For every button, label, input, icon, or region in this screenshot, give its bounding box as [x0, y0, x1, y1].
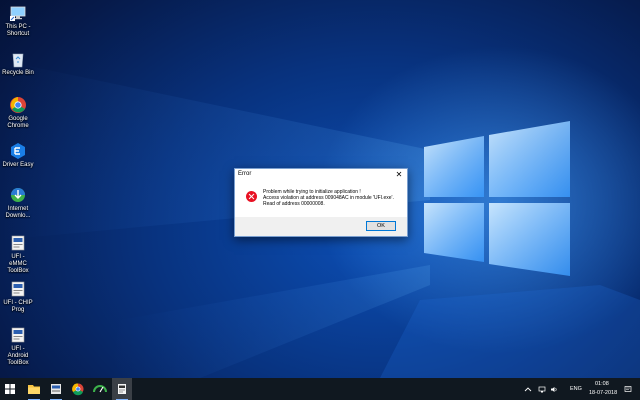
- recycle-bin-icon: [9, 50, 27, 68]
- ufi-app-icon: [51, 384, 61, 394]
- taskbar-file-explorer[interactable]: [24, 378, 44, 400]
- desktop-icon-this-pc[interactable]: This PC - Shortcut: [2, 4, 34, 38]
- taskbar-chrome[interactable]: [68, 378, 88, 400]
- desktop-icon-label: UFI - eMMC ToolBox: [7, 254, 29, 274]
- desktop-icon-label: UFI - Android ToolBox: [7, 346, 29, 366]
- driver-easy-icon: [93, 385, 107, 393]
- taskbar-ufi-window[interactable]: [112, 378, 132, 400]
- driver-easy-icon: [9, 142, 27, 160]
- desktop-icon-label: Google Chrome: [7, 116, 29, 129]
- error-message-line: Read of address 00000008.: [263, 201, 325, 207]
- desktop-icon-label: Internet Downlo...: [5, 206, 31, 219]
- desktop-icon-label: This PC - Shortcut: [5, 24, 31, 37]
- file-explorer-icon: [28, 385, 40, 394]
- error-icon: [246, 191, 257, 202]
- logo-pane-top-right: [489, 121, 570, 197]
- language-indicator[interactable]: ENG: [570, 386, 582, 392]
- logo-pane-top-left: [424, 136, 484, 197]
- desktop-icon-recycle-bin[interactable]: Recycle Bin: [2, 50, 34, 77]
- dialog-title: Error: [238, 171, 252, 177]
- ufi-icon: [9, 326, 27, 344]
- clock-time[interactable]: 01:08: [595, 381, 609, 387]
- ufi-window-icon: [118, 384, 126, 394]
- desktop-icon-chrome[interactable]: Google Chrome: [2, 96, 34, 130]
- chrome-icon: [72, 383, 84, 396]
- taskbar-driver-easy[interactable]: [90, 378, 110, 400]
- desktop-icon-label: Driver Easy: [2, 162, 34, 168]
- desktop-icon-driver-easy[interactable]: Driver Easy: [2, 142, 34, 169]
- error-dialog: Error ✕ Problem while trying to initiali…: [234, 168, 408, 237]
- ufi-icon: [9, 234, 27, 252]
- taskbar: ENG 01:08 18-07-2018: [0, 378, 640, 400]
- desktop: This PC - Shortcut Recycle Bin Google Ch…: [0, 0, 640, 378]
- desktop-icon-label: Recycle Bin: [2, 70, 34, 76]
- start-button[interactable]: [0, 378, 20, 400]
- desktop-icon-ufi-android[interactable]: UFI - Android ToolBox: [2, 326, 34, 367]
- logo-pane-bottom-right: [489, 203, 570, 276]
- close-icon[interactable]: ✕: [393, 169, 405, 180]
- this-pc-icon: [9, 4, 27, 22]
- dialog-footer: OK: [235, 217, 407, 236]
- desktop-icon-ufi-chip[interactable]: UFI - CHIP Prog: [2, 280, 34, 314]
- chrome-icon: [9, 96, 27, 114]
- start-icon: [5, 384, 15, 394]
- ok-button[interactable]: OK: [366, 221, 396, 231]
- chevron-up-icon[interactable]: [524, 386, 532, 393]
- volume-icon[interactable]: [550, 386, 558, 393]
- desktop-icon-label: UFI - CHIP Prog: [3, 300, 33, 313]
- desktop-icon-idm[interactable]: Internet Downlo...: [2, 186, 34, 220]
- logo-pane-bottom-left: [424, 203, 484, 262]
- ufi-icon: [9, 280, 27, 298]
- clock-date[interactable]: 18-07-2018: [589, 390, 617, 396]
- idm-icon: [9, 186, 27, 204]
- network-icon[interactable]: [538, 386, 546, 393]
- taskbar-ufi-app[interactable]: [46, 378, 66, 400]
- dialog-title-bar[interactable]: Error ✕: [235, 169, 407, 181]
- error-message: Problem while trying to initialize appli…: [263, 189, 394, 207]
- notification-icon[interactable]: [624, 386, 632, 393]
- desktop-icon-ufi-emmc[interactable]: UFI - eMMC ToolBox: [2, 234, 34, 275]
- dialog-body: Problem while trying to initialize appli…: [235, 181, 407, 217]
